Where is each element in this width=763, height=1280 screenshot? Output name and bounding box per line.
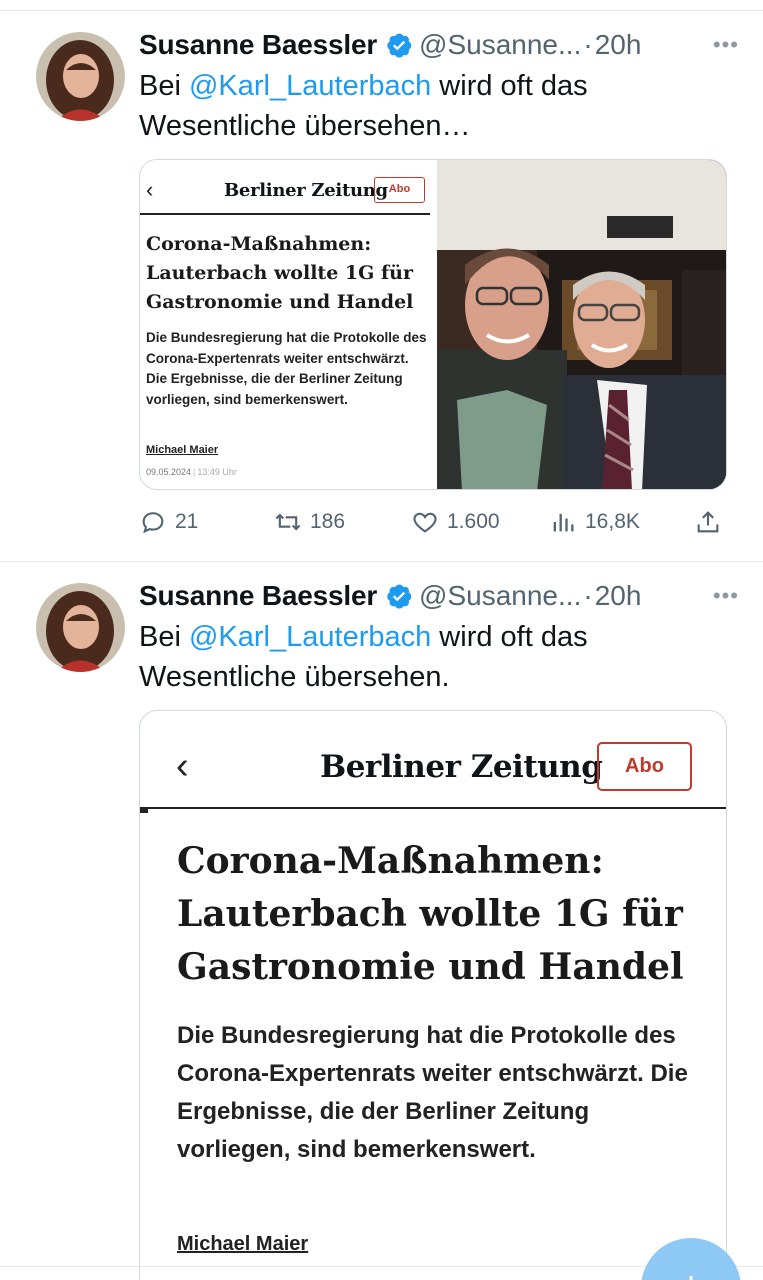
separator-dot: · (583, 29, 593, 60)
author-handle[interactable]: @Susanne... (419, 29, 581, 61)
views-count: 16,8K (585, 510, 640, 533)
newspaper-logo: Berliner Zeitung (320, 749, 603, 785)
tweet-time[interactable]: 20h (595, 29, 642, 61)
share-button[interactable] (694, 505, 730, 539)
retweet-icon (275, 513, 301, 531)
article-teaser: Die Bundesregierung hat die Protokolle d… (146, 330, 427, 407)
back-chevron-icon: ‹ (146, 177, 154, 202)
tweet-time[interactable]: 20h (595, 580, 642, 612)
link-card[interactable]: ‹ Berliner Zeitung Abo Corona-Maßnahmen:… (139, 710, 727, 1280)
tweet-header: Susanne Baessler @Susanne... · 20h ••• (139, 579, 739, 613)
date-separator: | (193, 467, 196, 477)
tweet-text: Bei @Karl_Lauterbach wird oft das Wesent… (139, 617, 739, 697)
author-name[interactable]: Susanne Baessler (139, 580, 377, 612)
header-rule (140, 213, 430, 215)
views-button[interactable]: 16,8K (549, 505, 640, 539)
reply-button[interactable]: 21 (139, 505, 198, 539)
abo-button: Abo (374, 177, 425, 203)
mention-link[interactable]: @Karl_Lauterbach (189, 70, 431, 102)
retweet-count: 186 (310, 510, 346, 533)
link-card[interactable]: ‹ Berliner Zeitung Abo Corona-Maßnahmen:… (139, 159, 727, 490)
tweet-header: Susanne Baessler @Susanne... · 20h ••• (139, 28, 739, 62)
article-screenshot: ‹ Berliner Zeitung Abo Corona-Maßnahmen:… (140, 160, 437, 489)
avatar-image (36, 583, 125, 672)
newspaper-logo: Berliner Zeitung (224, 180, 388, 201)
separator-dot: · (583, 580, 593, 611)
views-chart-icon (553, 513, 574, 532)
header-rule (140, 807, 726, 809)
top-divider (0, 10, 763, 11)
reply-icon (142, 512, 164, 534)
tweet-actions: 21 186 1.600 16,8K (139, 505, 729, 539)
more-options-icon[interactable]: ••• (713, 583, 739, 609)
like-button[interactable]: 1.600 (411, 505, 500, 539)
heart-icon (413, 512, 437, 533)
article-author: Michael Maier (177, 1233, 309, 1255)
tweet-divider (0, 561, 763, 562)
more-options-icon[interactable]: ••• (713, 32, 739, 58)
abo-button: Abo (597, 742, 692, 791)
header-rule-notch (140, 807, 148, 813)
verified-badge-icon (385, 582, 413, 610)
retweet-button[interactable]: 186 (274, 505, 345, 539)
avatar-image (36, 32, 125, 121)
reply-count: 21 (175, 510, 199, 533)
article-author: Michael Maier (146, 444, 219, 456)
article-teaser: Die Bundesregierung hat die Protokolle d… (177, 1022, 688, 1163)
back-chevron-icon: ‹ (176, 745, 189, 787)
share-icon (697, 511, 719, 533)
verified-badge-icon (385, 31, 413, 59)
article-date: 09.05.2024 | 13:49 Uhr (146, 467, 237, 477)
like-count: 1.600 (447, 510, 500, 533)
tweet-text: Bei @Karl_Lauterbach wird oft das Wesent… (139, 66, 739, 146)
tweet-text-prefix: Bei (139, 70, 189, 102)
date-value: 09.05.2024 (146, 467, 192, 477)
avatar[interactable] (36, 32, 125, 121)
article-headline: Corona-Maßnahmen: Lauterbach wollte 1G f… (146, 233, 414, 313)
author-handle[interactable]: @Susanne... (419, 580, 581, 612)
photo (437, 160, 726, 489)
article-headline: Corona-Maßnahmen: Lauterbach wollte 1G f… (177, 840, 684, 988)
author-name[interactable]: Susanne Baessler (139, 29, 377, 61)
tweet-text-prefix: Bei (139, 621, 189, 653)
time-value: 13:49 Uhr (197, 467, 237, 477)
mention-link[interactable]: @Karl_Lauterbach (189, 621, 431, 653)
avatar[interactable] (36, 583, 125, 672)
